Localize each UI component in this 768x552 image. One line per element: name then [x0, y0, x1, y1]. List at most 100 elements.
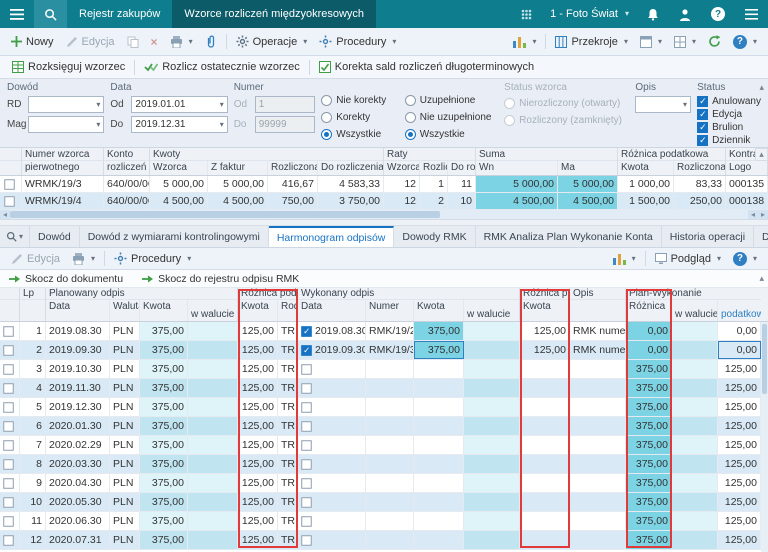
cell-wyk_data[interactable]: [298, 512, 366, 530]
row-select-cell[interactable]: [0, 322, 20, 340]
row-select-cell[interactable]: [0, 512, 20, 530]
col-do-rozliczenia[interactable]: Do rozliczenia: [318, 161, 384, 175]
cell-wyk_data[interactable]: 2019.08.30: [298, 322, 366, 340]
checkbox-icon[interactable]: [4, 196, 14, 206]
radio-uzupelnione-wszystkie[interactable]: Wszystkie: [405, 126, 498, 143]
checkbox-icon[interactable]: [3, 326, 13, 336]
select-all-header[interactable]: [0, 148, 21, 161]
cell-wyk_data[interactable]: [298, 360, 366, 378]
row-select-cell[interactable]: [0, 176, 22, 192]
col-numer-wzorca[interactable]: Numer wzorca: [22, 148, 103, 161]
col-rp-kwota[interactable]: Kwota: [618, 161, 674, 175]
rd-select[interactable]: ▾: [28, 96, 104, 113]
schedule-grid-row[interactable]: 22019.09.30PLN375,00125,00TR2019.09.30RM…: [0, 341, 761, 360]
checkbox-icon[interactable]: [301, 459, 311, 469]
numer-od-input[interactable]: 1: [255, 96, 316, 113]
scrollbar-thumb[interactable]: [762, 324, 767, 394]
vertical-scrollbar[interactable]: [761, 322, 768, 552]
schedule-grid-row[interactable]: 82020.03.30PLN375,00125,00TR375,00125,00: [0, 455, 761, 474]
main-grid-row[interactable]: WRMK/19/3640/00/065 000,005 000,00416,67…: [0, 176, 768, 193]
col-plan-data[interactable]: Data: [46, 300, 110, 321]
row-select-cell[interactable]: [0, 455, 20, 473]
radio-nierozliczony[interactable]: Nierozliczony (otwarty): [504, 95, 629, 112]
tab-dowody-nadrzedne[interactable]: Dowody nadrzędne: [754, 226, 768, 247]
col-pw-w-walucie[interactable]: w walucie: [672, 300, 718, 321]
checkbox-checked-icon[interactable]: [301, 326, 311, 336]
layout-button[interactable]: ▾: [634, 34, 668, 50]
schedule-grid-row[interactable]: 52019.12.30PLN375,00125,00TR375,00125,00: [0, 398, 761, 417]
checkbox-icon[interactable]: [3, 497, 13, 507]
cell-wyk_data[interactable]: [298, 379, 366, 397]
radio-uzupelnione[interactable]: Uzupełnione: [405, 92, 498, 109]
grid-settings-button[interactable]: ▾: [668, 34, 702, 50]
checkbox-icon[interactable]: [3, 383, 13, 393]
detail-procedures-menu[interactable]: Procedury▾: [108, 250, 197, 267]
schedule-grid-row[interactable]: 62020.01.30PLN375,00125,00TR375,00125,00: [0, 417, 761, 436]
cell-wyk_data[interactable]: [298, 398, 366, 416]
col-z-faktur[interactable]: Z faktur: [208, 161, 268, 175]
row-select-cell[interactable]: [0, 417, 20, 435]
checkbox-icon[interactable]: [301, 421, 311, 431]
checkbox-icon[interactable]: [3, 402, 13, 412]
cell-wyk_data[interactable]: [298, 474, 366, 492]
user-button[interactable]: [669, 8, 701, 21]
col-raty-do-rozl[interactable]: Do rozl: [448, 161, 476, 175]
cell-wyk_data[interactable]: [298, 436, 366, 454]
checkbox-brulion[interactable]: Brulion: [697, 121, 761, 134]
checkbox-icon[interactable]: [3, 459, 13, 469]
attachments-button[interactable]: [199, 33, 223, 50]
checkbox-icon[interactable]: [301, 516, 311, 526]
col-plan-w-walucie[interactable]: w walucie: [188, 300, 238, 321]
refresh-button[interactable]: [702, 33, 727, 50]
checkbox-icon[interactable]: [3, 345, 13, 355]
top-tab-wzorce-rozliczen[interactable]: Wzorce rozliczeń międzyokresowych: [172, 0, 376, 28]
schedule-grid-row[interactable]: 42019.11.30PLN375,00125,00TR375,00125,00: [0, 379, 761, 398]
jump-to-rmk-register-link[interactable]: Skocz do rejestru odpisu RMK: [141, 273, 299, 285]
scroll-left-arrow[interactable]: ◂: [0, 210, 10, 219]
rozksieguj-wzorzec-button[interactable]: Rozksięguj wzorzec: [6, 59, 131, 75]
row-select-cell[interactable]: [0, 474, 20, 492]
checkbox-icon[interactable]: [3, 535, 13, 545]
main-grid-collapse-chevron[interactable]: ▴: [755, 148, 768, 161]
horizontal-scrollbar[interactable]: ◂ ◂ ▸: [0, 210, 768, 220]
scroll-right-arrow[interactable]: ▸: [758, 210, 768, 219]
col-wn[interactable]: Wn: [476, 161, 558, 175]
opis-select[interactable]: ▾: [635, 96, 691, 113]
scrollbar-thumb[interactable]: [10, 211, 440, 218]
col-wyk-w-walucie[interactable]: w walucie: [464, 300, 520, 321]
radio-nie-uzupelnione[interactable]: Nie uzupełnione: [405, 109, 498, 126]
row-select-cell[interactable]: [0, 436, 20, 454]
schedule-grid-row[interactable]: 72020.02.29PLN375,00125,00TR375,00125,00: [0, 436, 761, 455]
col-wyk-numer[interactable]: Numer: [366, 300, 414, 321]
collapse-filter-chevron[interactable]: ▴: [759, 83, 764, 92]
col-wyk-data[interactable]: Data: [298, 300, 366, 321]
cell-wyk_data[interactable]: 2019.09.30: [298, 341, 366, 359]
schedule-grid-row[interactable]: 92020.04.30PLN375,00125,00TR375,00125,00: [0, 474, 761, 493]
checkbox-icon[interactable]: [301, 364, 311, 374]
col-rp2-kwota[interactable]: Kwota: [520, 300, 569, 321]
company-selector[interactable]: 1 - Foto Świat▾: [542, 8, 637, 20]
data-do-input[interactable]: 2019.12.31▾: [131, 116, 227, 133]
numer-do-input[interactable]: 99999: [255, 116, 316, 133]
radio-korekty[interactable]: Korekty: [321, 109, 399, 126]
schedule-grid-row[interactable]: 122020.07.31PLN375,00125,00TR375,00125,0…: [0, 531, 761, 550]
cell-wyk_data[interactable]: [298, 493, 366, 511]
cell-wyk_data[interactable]: [298, 455, 366, 473]
cell-wyk_data[interactable]: [298, 531, 366, 549]
row-select-cell[interactable]: [0, 493, 20, 511]
tab-dowod-wymiary[interactable]: Dowód z wymiarami kontrolingowymi: [80, 226, 269, 247]
row-select-cell[interactable]: [0, 360, 20, 378]
schedule-grid-row[interactable]: 32019.10.30PLN375,00125,00TR375,00125,00: [0, 360, 761, 379]
delete-button[interactable]: ×: [145, 33, 164, 51]
checkbox-icon[interactable]: [301, 383, 311, 393]
row-select-cell[interactable]: [0, 531, 20, 549]
radio-nie-korekty[interactable]: Nie korekty: [321, 92, 399, 109]
col-wzorca[interactable]: Wzorca: [150, 161, 208, 175]
tab-dowody-rmk[interactable]: Dowody RMK: [394, 226, 475, 247]
row-select-cell[interactable]: [0, 379, 20, 397]
row-select-cell[interactable]: [0, 193, 22, 209]
checkbox-icon[interactable]: [4, 179, 14, 189]
checkbox-dziennik[interactable]: Dziennik: [697, 134, 761, 147]
row-select-cell[interactable]: [0, 398, 20, 416]
tab-historia-operacji[interactable]: Historia operacji: [662, 226, 754, 247]
